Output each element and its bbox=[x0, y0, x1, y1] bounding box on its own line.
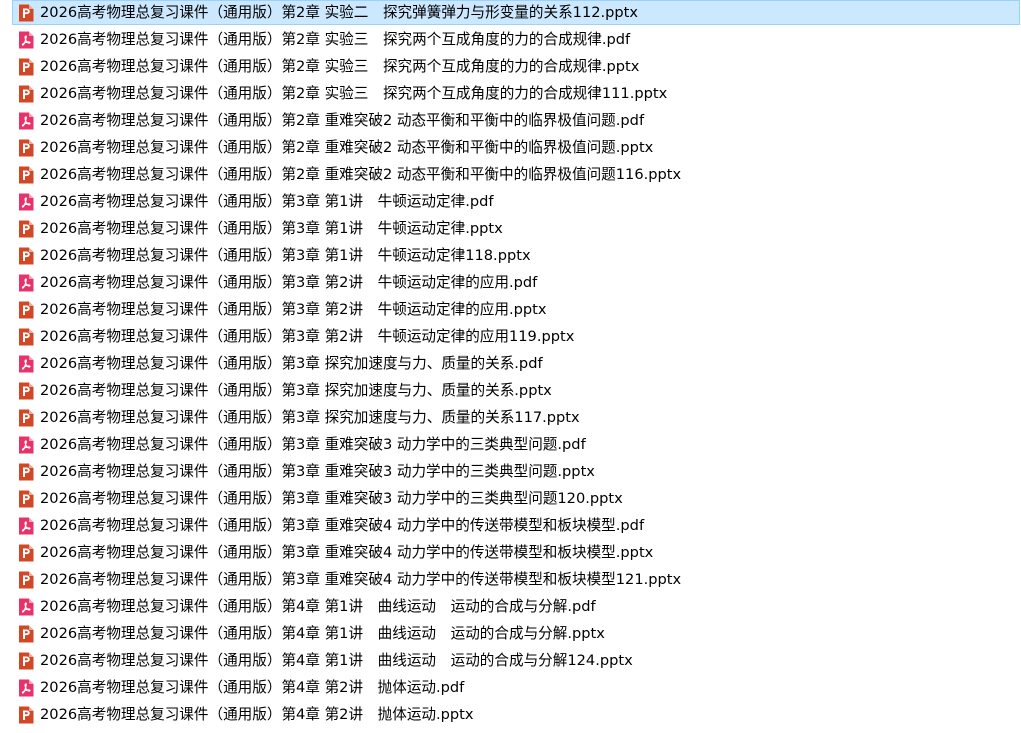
powerpoint-icon bbox=[19, 139, 34, 156]
file-name: 2026高考物理总复习课件（通用版）第2章 实验二 探究弹簧弹力与形变量的关系1… bbox=[40, 4, 639, 21]
powerpoint-icon bbox=[19, 544, 34, 561]
file-name: 2026高考物理总复习课件（通用版）第4章 第1讲 曲线运动 运动的合成与分解.… bbox=[40, 598, 596, 615]
powerpoint-icon bbox=[19, 409, 34, 426]
pdf-icon bbox=[19, 517, 34, 534]
file-name: 2026高考物理总复习课件（通用版）第3章 重难突破4 动力学中的传送带模型和板… bbox=[40, 544, 654, 561]
file-name: 2026高考物理总复习课件（通用版）第2章 实验三 探究两个互成角度的力的合成规… bbox=[40, 58, 640, 75]
pdf-icon bbox=[19, 274, 34, 291]
file-name: 2026高考物理总复习课件（通用版）第2章 实验三 探究两个互成角度的力的合成规… bbox=[40, 85, 668, 102]
file-name: 2026高考物理总复习课件（通用版）第3章 重难突破4 动力学中的传送带模型和板… bbox=[40, 517, 645, 534]
file-name: 2026高考物理总复习课件（通用版）第3章 探究加速度与力、质量的关系.pdf bbox=[40, 355, 543, 372]
file-name: 2026高考物理总复习课件（通用版）第4章 第1讲 曲线运动 运动的合成与分解1… bbox=[40, 652, 633, 669]
file-name: 2026高考物理总复习课件（通用版）第3章 第1讲 牛顿运动定律.pdf bbox=[40, 193, 494, 210]
pdf-icon bbox=[19, 355, 34, 372]
file-row[interactable]: 2026高考物理总复习课件（通用版）第3章 探究加速度与力、质量的关系.pptx bbox=[12, 378, 1020, 403]
powerpoint-icon bbox=[19, 220, 34, 237]
file-name: 2026高考物理总复习课件（通用版）第3章 探究加速度与力、质量的关系117.p… bbox=[40, 409, 580, 426]
file-row[interactable]: 2026高考物理总复习课件（通用版）第4章 第1讲 曲线运动 运动的合成与分解1… bbox=[12, 648, 1020, 673]
powerpoint-icon bbox=[19, 247, 34, 264]
file-name: 2026高考物理总复习课件（通用版）第2章 重难突破2 动态平衡和平衡中的临界极… bbox=[40, 112, 645, 129]
file-row[interactable]: 2026高考物理总复习课件（通用版）第2章 实验三 探究两个互成角度的力的合成规… bbox=[12, 81, 1020, 106]
file-row[interactable]: 2026高考物理总复习课件（通用版）第3章 第2讲 牛顿运动定律的应用119.p… bbox=[12, 324, 1020, 349]
file-name: 2026高考物理总复习课件（通用版）第3章 第1讲 牛顿运动定律.pptx bbox=[40, 220, 503, 237]
file-row[interactable]: 2026高考物理总复习课件（通用版）第4章 第2讲 抛体运动.pdf bbox=[12, 675, 1020, 700]
file-name: 2026高考物理总复习课件（通用版）第2章 重难突破2 动态平衡和平衡中的临界极… bbox=[40, 139, 654, 156]
pdf-icon bbox=[19, 31, 34, 48]
pdf-icon bbox=[19, 679, 34, 696]
file-name: 2026高考物理总复习课件（通用版）第3章 第2讲 牛顿运动定律的应用119.p… bbox=[40, 328, 575, 345]
file-row[interactable]: 2026高考物理总复习课件（通用版）第3章 第1讲 牛顿运动定律118.pptx bbox=[12, 243, 1020, 268]
powerpoint-icon bbox=[19, 301, 34, 318]
file-name: 2026高考物理总复习课件（通用版）第3章 重难突破3 动力学中的三类典型问题1… bbox=[40, 490, 623, 507]
file-row[interactable]: 2026高考物理总复习课件（通用版）第3章 第2讲 牛顿运动定律的应用.pdf bbox=[12, 270, 1020, 295]
pdf-icon bbox=[19, 193, 34, 210]
powerpoint-icon bbox=[19, 166, 34, 183]
file-name: 2026高考物理总复习课件（通用版）第3章 第2讲 牛顿运动定律的应用.pptx bbox=[40, 301, 547, 318]
file-name: 2026高考物理总复习课件（通用版）第4章 第1讲 曲线运动 运动的合成与分解.… bbox=[40, 625, 605, 642]
file-row[interactable]: 2026高考物理总复习课件（通用版）第2章 实验二 探究弹簧弹力与形变量的关系1… bbox=[12, 0, 1020, 25]
file-row[interactable]: 2026高考物理总复习课件（通用版）第2章 重难突破2 动态平衡和平衡中的临界极… bbox=[12, 135, 1020, 160]
file-name: 2026高考物理总复习课件（通用版）第3章 重难突破4 动力学中的传送带模型和板… bbox=[40, 571, 682, 588]
powerpoint-icon bbox=[19, 328, 34, 345]
file-row[interactable]: 2026高考物理总复习课件（通用版）第4章 第1讲 曲线运动 运动的合成与分解.… bbox=[12, 594, 1020, 619]
file-row[interactable]: 2026高考物理总复习课件（通用版）第2章 实验三 探究两个互成角度的力的合成规… bbox=[12, 54, 1020, 79]
pdf-icon bbox=[19, 436, 34, 453]
powerpoint-icon bbox=[19, 490, 34, 507]
file-name: 2026高考物理总复习课件（通用版）第3章 第1讲 牛顿运动定律118.pptx bbox=[40, 247, 531, 264]
file-row[interactable]: 2026高考物理总复习课件（通用版）第3章 第1讲 牛顿运动定律.pptx bbox=[12, 216, 1020, 241]
file-row[interactable]: 2026高考物理总复习课件（通用版）第2章 重难突破2 动态平衡和平衡中的临界极… bbox=[12, 108, 1020, 133]
file-list: 2026高考物理总复习课件（通用版）第2章 实验二 探究弹簧弹力与形变量的关系1… bbox=[0, 0, 1021, 733]
file-name: 2026高考物理总复习课件（通用版）第2章 重难突破2 动态平衡和平衡中的临界极… bbox=[40, 166, 682, 183]
powerpoint-icon bbox=[19, 85, 34, 102]
file-row[interactable]: 2026高考物理总复习课件（通用版）第4章 第2讲 抛体运动.pptx bbox=[12, 702, 1020, 727]
file-name: 2026高考物理总复习课件（通用版）第4章 第2讲 抛体运动.pdf bbox=[40, 679, 465, 696]
pdf-icon bbox=[19, 598, 34, 615]
pdf-icon bbox=[19, 112, 34, 129]
powerpoint-icon bbox=[19, 652, 34, 669]
powerpoint-icon bbox=[19, 625, 34, 642]
file-row[interactable]: 2026高考物理总复习课件（通用版）第3章 重难突破4 动力学中的传送带模型和板… bbox=[12, 540, 1020, 565]
file-row[interactable]: 2026高考物理总复习课件（通用版）第3章 重难突破3 动力学中的三类典型问题1… bbox=[12, 486, 1020, 511]
file-name: 2026高考物理总复习课件（通用版）第3章 探究加速度与力、质量的关系.pptx bbox=[40, 382, 552, 399]
file-row[interactable]: 2026高考物理总复习课件（通用版）第2章 实验三 探究两个互成角度的力的合成规… bbox=[12, 27, 1020, 52]
file-row[interactable]: 2026高考物理总复习课件（通用版）第3章 探究加速度与力、质量的关系.pdf bbox=[12, 351, 1020, 376]
file-name: 2026高考物理总复习课件（通用版）第3章 重难突破3 动力学中的三类典型问题.… bbox=[40, 463, 595, 480]
powerpoint-icon bbox=[19, 4, 34, 21]
file-row[interactable]: 2026高考物理总复习课件（通用版）第2章 重难突破2 动态平衡和平衡中的临界极… bbox=[12, 162, 1020, 187]
powerpoint-icon bbox=[19, 58, 34, 75]
file-row[interactable]: 2026高考物理总复习课件（通用版）第3章 重难突破4 动力学中的传送带模型和板… bbox=[12, 567, 1020, 592]
powerpoint-icon bbox=[19, 571, 34, 588]
file-name: 2026高考物理总复习课件（通用版）第3章 重难突破3 动力学中的三类典型问题.… bbox=[40, 436, 586, 453]
file-name: 2026高考物理总复习课件（通用版）第2章 实验三 探究两个互成角度的力的合成规… bbox=[40, 31, 631, 48]
file-name: 2026高考物理总复习课件（通用版）第4章 第2讲 抛体运动.pptx bbox=[40, 706, 474, 723]
powerpoint-icon bbox=[19, 463, 34, 480]
powerpoint-icon bbox=[19, 382, 34, 399]
powerpoint-icon bbox=[19, 706, 34, 723]
file-row[interactable]: 2026高考物理总复习课件（通用版）第3章 探究加速度与力、质量的关系117.p… bbox=[12, 405, 1020, 430]
file-name: 2026高考物理总复习课件（通用版）第3章 第2讲 牛顿运动定律的应用.pdf bbox=[40, 274, 538, 291]
file-row[interactable]: 2026高考物理总复习课件（通用版）第3章 重难突破4 动力学中的传送带模型和板… bbox=[12, 513, 1020, 538]
file-row[interactable]: 2026高考物理总复习课件（通用版）第3章 第2讲 牛顿运动定律的应用.pptx bbox=[12, 297, 1020, 322]
file-row[interactable]: 2026高考物理总复习课件（通用版）第4章 第1讲 曲线运动 运动的合成与分解.… bbox=[12, 621, 1020, 646]
file-row[interactable]: 2026高考物理总复习课件（通用版）第3章 第1讲 牛顿运动定律.pdf bbox=[12, 189, 1020, 214]
file-row[interactable]: 2026高考物理总复习课件（通用版）第3章 重难突破3 动力学中的三类典型问题.… bbox=[12, 432, 1020, 457]
file-row[interactable]: 2026高考物理总复习课件（通用版）第3章 重难突破3 动力学中的三类典型问题.… bbox=[12, 459, 1020, 484]
